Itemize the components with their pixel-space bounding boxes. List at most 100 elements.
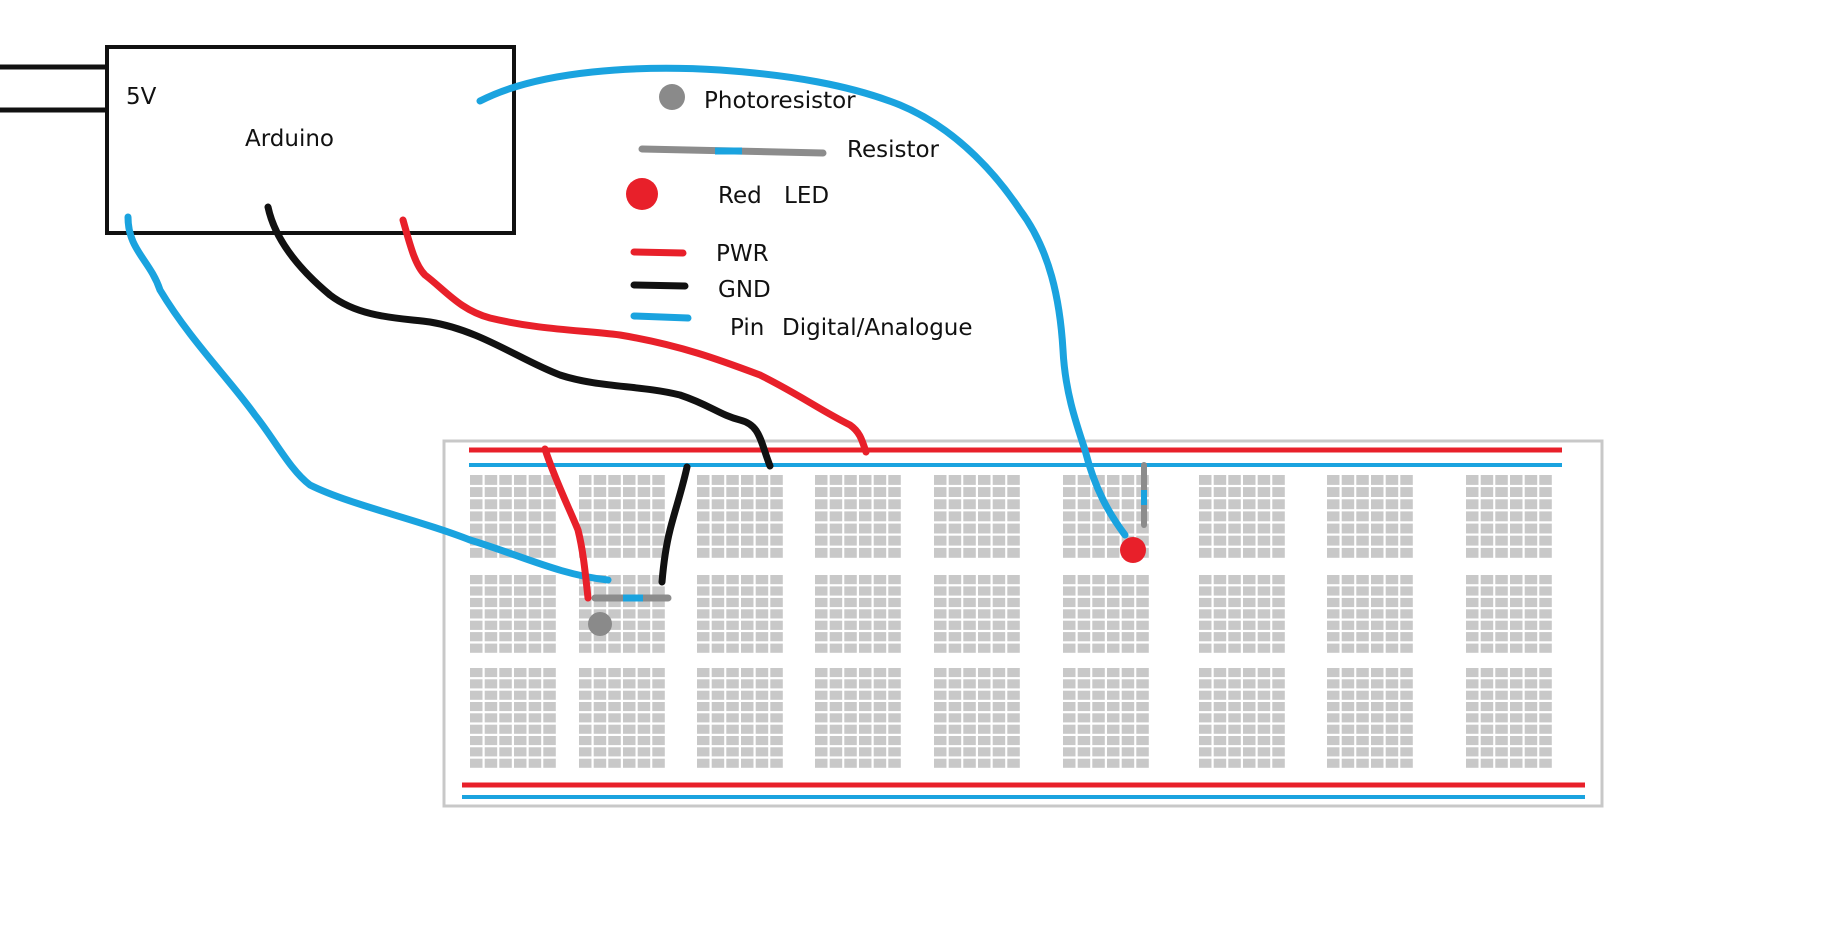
breadboard-hole	[514, 487, 527, 497]
breadboard-hole	[1243, 511, 1256, 522]
breadboard-hole	[637, 609, 651, 619]
breadboard-hole	[1371, 679, 1384, 689]
breadboard-hole	[470, 523, 483, 534]
breadboard-hole	[844, 643, 857, 653]
breadboard-hole	[859, 643, 872, 653]
breadboard-hole	[1539, 499, 1552, 510]
breadboard-hole	[948, 632, 962, 642]
breadboard-hole	[1480, 575, 1494, 585]
breadboard-hole	[1466, 724, 1479, 734]
breadboard-hole	[1213, 511, 1227, 522]
breadboard-hole	[623, 747, 636, 757]
breadboard-hole	[844, 475, 857, 485]
breadboard-hole	[948, 668, 962, 678]
breadboard-hole	[963, 487, 976, 497]
breadboard-hole	[1213, 724, 1227, 734]
breadboard-hole	[484, 736, 498, 746]
breadboard-hole	[484, 523, 498, 534]
breadboard-hole	[528, 487, 542, 497]
breadboard-hole	[1539, 747, 1552, 757]
breadboard-hole	[1228, 609, 1241, 619]
breadboard-hole	[1480, 679, 1494, 689]
breadboard-hole	[948, 499, 962, 510]
breadboard-hole	[1371, 620, 1384, 630]
breadboard-hole	[888, 547, 901, 558]
breadboard-hole	[1107, 535, 1120, 546]
breadboard-hole	[1199, 499, 1212, 510]
breadboard-hole	[1356, 747, 1369, 757]
breadboard-hole	[1136, 609, 1149, 619]
breadboard-hole	[844, 747, 857, 757]
breadboard-hole	[1480, 736, 1494, 746]
breadboard-hole	[859, 632, 872, 642]
breadboard-hole	[1228, 511, 1241, 522]
breadboard-hole	[652, 632, 665, 642]
breadboard-hole	[1257, 668, 1271, 678]
breadboard-hole	[1510, 736, 1523, 746]
breadboard-hole	[1327, 702, 1340, 712]
breadboard-hole	[1356, 758, 1369, 768]
breadboard-hole	[1243, 679, 1256, 689]
breadboard-hole	[623, 702, 636, 712]
breadboard-hole	[1228, 499, 1241, 510]
breadboard-hole	[1327, 679, 1340, 689]
breadboard-hole	[1007, 609, 1020, 619]
breadboard-hole	[1228, 679, 1241, 689]
breadboard-hole	[514, 713, 527, 723]
breadboard-hole	[499, 747, 512, 757]
breadboard-hole	[1341, 736, 1355, 746]
breadboard-hole	[1092, 679, 1105, 689]
breadboard-hole	[697, 586, 710, 596]
breadboard-hole	[608, 523, 621, 534]
breadboard-hole	[543, 609, 556, 619]
breadboard-hole	[1400, 736, 1413, 746]
breadboard-hole	[623, 547, 636, 558]
breadboard-hole	[652, 668, 665, 678]
breadboard-hole	[1007, 499, 1020, 510]
breadboard-hole	[948, 724, 962, 734]
breadboard-hole	[1092, 747, 1105, 757]
breadboard-hole	[978, 620, 991, 630]
breadboard-hole	[697, 632, 710, 642]
breadboard-hole	[608, 511, 621, 522]
breadboard-hole	[697, 487, 710, 497]
breadboard-hole	[1092, 643, 1105, 653]
breadboard-hole	[1257, 487, 1271, 497]
breadboard-hole	[948, 702, 962, 712]
breadboard-hole	[963, 643, 976, 653]
breadboard-hole	[1213, 758, 1227, 768]
breadboard-hole	[1077, 547, 1091, 558]
breadboard-hole	[543, 586, 556, 596]
breadboard-hole	[623, 713, 636, 723]
breadboard-hole	[484, 575, 498, 585]
breadboard-hole	[1107, 758, 1120, 768]
breadboard-hole	[1063, 690, 1076, 700]
breadboard-hole	[470, 679, 483, 689]
breadboard-hole	[1243, 747, 1256, 757]
breadboard-hole	[934, 702, 947, 712]
breadboard-hole	[579, 487, 592, 497]
breadboard-hole	[543, 499, 556, 510]
breadboard-hole	[1400, 758, 1413, 768]
breadboard-hole	[1199, 643, 1212, 653]
breadboard-hole	[815, 523, 828, 534]
breadboard-hole	[755, 586, 769, 596]
breadboard-hole	[697, 620, 710, 630]
breadboard-hole	[1466, 668, 1479, 678]
breadboard-hole	[514, 702, 527, 712]
breadboard-hole	[1510, 668, 1523, 678]
breadboard-hole	[1341, 511, 1355, 522]
breadboard-hole	[1121, 586, 1135, 596]
breadboard-hole	[873, 575, 887, 585]
breadboard-hole	[873, 758, 887, 768]
breadboard-hole	[1107, 679, 1120, 689]
breadboard-hole	[608, 499, 621, 510]
breadboard-hole	[1385, 668, 1399, 678]
breadboard-hole	[1107, 547, 1120, 558]
breadboard-hole	[1371, 690, 1384, 700]
breadboard-hole	[593, 487, 607, 497]
breadboard-hole	[726, 597, 739, 608]
breadboard-hole	[1107, 597, 1120, 608]
breadboard-hole	[978, 724, 991, 734]
breadboard-hole	[1228, 668, 1241, 678]
